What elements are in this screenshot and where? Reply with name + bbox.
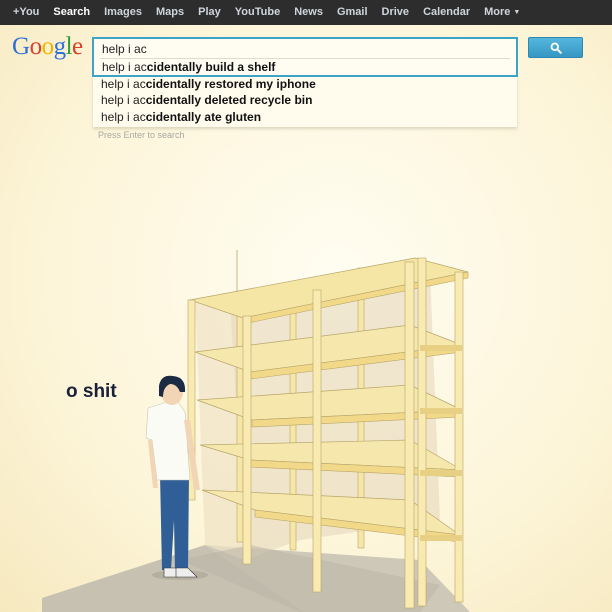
shelf-illustration xyxy=(42,250,470,612)
caption-text: o shit xyxy=(66,381,117,402)
